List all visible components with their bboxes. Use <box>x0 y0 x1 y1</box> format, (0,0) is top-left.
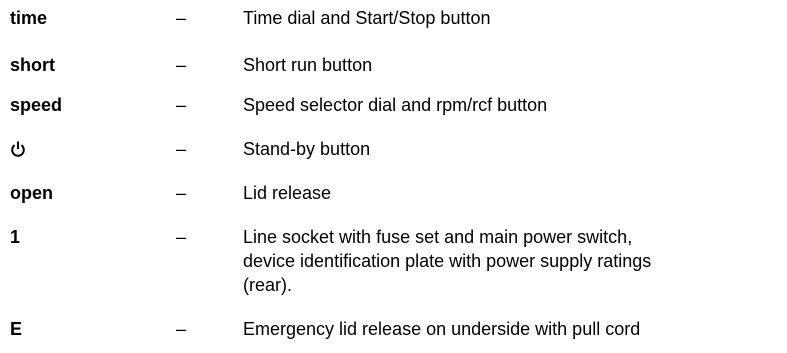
description-line: (rear). <box>243 275 292 295</box>
power-icon <box>10 140 26 158</box>
legend-dash: – <box>176 319 187 339</box>
legend-key: E <box>10 319 23 339</box>
legend-description: Stand-by button <box>243 139 371 159</box>
legend-key: open <box>10 183 53 203</box>
legend-key: 1 <box>10 227 21 247</box>
legend-description: Lid release <box>243 183 332 203</box>
legend-key: short <box>10 55 55 75</box>
legend-description: Emergency lid release on underside with … <box>243 319 641 339</box>
legend-key: time <box>10 8 48 28</box>
legend-description: Time dial and Start/Stop button <box>243 8 491 28</box>
legend-description: Short run button <box>243 55 373 75</box>
legend-dash: – <box>176 139 187 159</box>
legend-dash: – <box>176 8 187 28</box>
legend-description: Line socket with fuse set and main power… <box>243 225 783 297</box>
legend-key: speed <box>10 95 63 115</box>
legend-key <box>10 137 26 161</box>
legend-dash: – <box>176 95 187 115</box>
legend-dash: – <box>176 55 187 75</box>
description-line: device identification plate with power s… <box>243 251 652 271</box>
description-line: Line socket with fuse set and main power… <box>243 227 633 247</box>
legend-description: Speed selector dial and rpm/rcf button <box>243 95 548 115</box>
legend-dash: – <box>176 183 187 203</box>
legend-dash: – <box>176 227 187 247</box>
